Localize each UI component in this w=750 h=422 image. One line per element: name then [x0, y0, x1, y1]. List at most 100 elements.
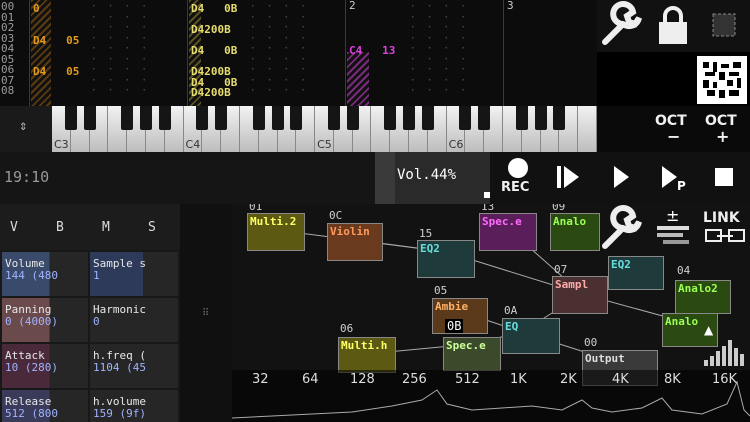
record-button[interactable]: REC	[494, 152, 542, 204]
black-key[interactable]	[403, 106, 416, 130]
black-key[interactable]	[271, 106, 284, 130]
note-cell[interactable]: D4 0B	[191, 44, 237, 57]
black-key[interactable]	[158, 106, 171, 130]
row-number: 08	[1, 84, 15, 97]
param-control[interactable]: Panning 0 (4000)	[2, 298, 88, 342]
black-key[interactable]	[64, 106, 77, 130]
empty-cell-dots: · · · ·	[410, 54, 469, 65]
module-sampler[interactable]: Sampl	[552, 276, 608, 314]
note-cell[interactable]: 0	[33, 2, 40, 15]
module-eq2[interactable]: EQ2	[417, 240, 475, 278]
empty-cell-dots: · · · ·	[250, 86, 309, 96]
black-key[interactable]	[327, 106, 340, 130]
module-analog[interactable]: Analo	[550, 213, 600, 251]
param-control[interactable]: Release 512 (800	[2, 390, 88, 422]
octave-up-button[interactable]: OCT +	[699, 110, 747, 150]
module-multi-h[interactable]: Multi.h	[338, 337, 396, 373]
black-key[interactable]	[515, 106, 528, 130]
play-pattern-button[interactable]: P	[648, 152, 698, 204]
octave-label: C5	[317, 138, 332, 151]
empty-cell-dots: · · · ·	[250, 33, 309, 44]
play-from-start-button[interactable]	[545, 152, 593, 204]
frequency-label: 1K	[510, 372, 527, 387]
stop-icon	[715, 168, 733, 186]
note-cell[interactable]: D4 05	[33, 65, 79, 78]
tracker-row[interactable]: 04 · · · · · · · · · · · ·	[0, 43, 597, 55]
black-key[interactable]	[346, 106, 359, 130]
tracker-row[interactable]: 07 · · · · · · · · · · · ·	[0, 75, 597, 87]
note-cell[interactable]: D4 0B	[191, 2, 237, 15]
param-name: Sample s	[93, 257, 146, 270]
tab-m[interactable]: M	[102, 220, 110, 235]
param-control[interactable]: h.volume 159 (9f)	[90, 390, 178, 422]
octave-down-button[interactable]: OCT −	[649, 110, 697, 150]
fullscreen-button[interactable]	[699, 0, 749, 52]
param-control[interactable]: Volume 144 (480	[2, 252, 88, 296]
octave-label: C3	[54, 138, 69, 151]
black-key[interactable]	[290, 106, 303, 130]
note-cell[interactable]: D4200B	[191, 86, 231, 99]
tracker-row[interactable]: 00 · · · · · · · · · · · ·	[0, 1, 597, 13]
play-button[interactable]	[597, 152, 645, 204]
black-key[interactable]	[459, 106, 472, 130]
note-cell[interactable]: D4 05	[33, 34, 79, 47]
level-meter-button[interactable]: ▲	[698, 318, 748, 370]
piano-keyboard[interactable]: C3 C4 C5 C6	[52, 106, 597, 152]
note-cell[interactable]: C4 13	[349, 44, 395, 57]
module-analog2[interactable]: Analo2	[675, 280, 731, 314]
black-key[interactable]	[196, 106, 209, 130]
octave-label: C6	[448, 138, 464, 151]
empty-cell-dots: · · · ·	[250, 54, 309, 65]
black-key[interactable]	[121, 106, 134, 130]
black-key[interactable]	[478, 106, 491, 130]
black-key[interactable]	[215, 106, 228, 130]
black-key[interactable]	[83, 106, 96, 130]
white-key[interactable]	[578, 106, 597, 152]
stop-button[interactable]	[700, 152, 750, 204]
note-cell[interactable]: D4200B	[191, 23, 231, 36]
tracker-row[interactable]: 06 · · · · · · · · · · · ·	[0, 64, 597, 76]
pattern-tracker[interactable]: 0 1 2 3 00· · · ·· · · ·· · · ·01· · · ·…	[0, 0, 597, 106]
empty-cell-dots: · · · ·	[91, 86, 150, 96]
black-key[interactable]	[553, 106, 566, 130]
empty-cell-dots: · · · ·	[91, 75, 150, 86]
tab-b[interactable]: B	[56, 220, 64, 235]
empty-cell-dots: · · · ·	[91, 65, 150, 75]
black-key[interactable]	[139, 106, 152, 130]
keyboard-scroll-handle[interactable]: ⇕	[0, 106, 52, 152]
tracker-row[interactable]: 08 · · · · · · · · · · · ·	[0, 84, 597, 97]
black-key[interactable]	[421, 106, 434, 130]
tracker-row[interactable]: 02 · · · · · · · · · · · ·	[0, 22, 597, 34]
qr-menu-button[interactable]	[697, 56, 747, 104]
param-control[interactable]: h.freq (1104 (45	[90, 344, 178, 388]
tab-s[interactable]: S	[148, 220, 156, 235]
link-button[interactable]: LINK	[699, 204, 749, 254]
add-module-button[interactable]: ±	[649, 204, 697, 254]
param-control[interactable]: Harmonic 0	[90, 298, 178, 342]
black-key[interactable]	[384, 106, 397, 130]
module-eq[interactable]: EQ	[502, 318, 560, 354]
tracker-row[interactable]: 05 · · · · · · · · · · · ·	[0, 54, 597, 66]
tracker-row[interactable]: 01 · · · · · · · · · · · ·	[0, 12, 597, 24]
black-key[interactable]	[534, 106, 547, 130]
tab-volume[interactable]: V	[10, 220, 18, 235]
param-control[interactable]: Attack 10 (280)	[2, 344, 88, 388]
module-violin[interactable]: Violin	[327, 223, 383, 261]
tracker-row[interactable]: 03 · · · · · · · · · · · ·	[0, 33, 597, 45]
black-key[interactable]	[252, 106, 265, 130]
graph-controls: ± LINK	[597, 204, 750, 254]
select-frame-icon	[712, 13, 736, 37]
module-multi2[interactable]: Multi.2	[247, 213, 305, 251]
volume-slider[interactable]: Vol.44%	[375, 152, 490, 204]
module-spectravoice-b[interactable]: Spec.e	[443, 337, 501, 371]
params-scroll-area[interactable]: ⠿	[180, 204, 232, 422]
param-control[interactable]: Sample s1	[90, 252, 178, 296]
module-eq2-b[interactable]: EQ2	[608, 256, 664, 290]
module-spectravoice[interactable]: Spec.e	[479, 213, 537, 251]
lock-button[interactable]	[649, 0, 697, 52]
module-settings-button[interactable]	[597, 204, 647, 254]
empty-cell-dots: · · · ·	[91, 2, 150, 12]
settings-button[interactable]	[597, 0, 647, 52]
plus-icon: +	[716, 127, 730, 146]
play-pattern-icon: P	[662, 166, 686, 193]
